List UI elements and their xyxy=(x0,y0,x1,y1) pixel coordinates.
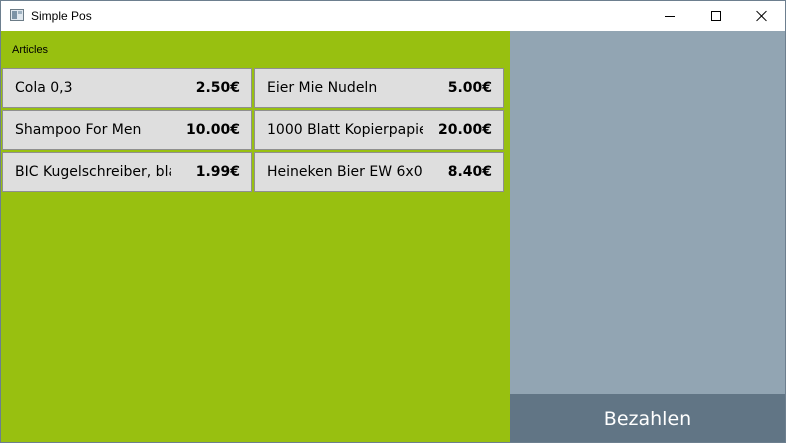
article-tile[interactable]: Eier Mie Nudeln 5.00€ xyxy=(254,68,504,108)
articles-heading: Articles xyxy=(12,44,49,56)
article-tile[interactable]: BIC Kugelschreiber, blau 1.99€ xyxy=(2,152,252,192)
article-price: 2.50€ xyxy=(195,80,240,96)
article-price: 8.40€ xyxy=(447,164,492,180)
article-tile[interactable]: Shampoo For Men 10.00€ xyxy=(2,110,252,150)
articles-panel: Articles Cola 0,3 2.50€ Eier Mie Nudeln … xyxy=(1,31,510,442)
pay-button[interactable]: Bezahlen xyxy=(510,394,785,442)
article-tile[interactable]: Heineken Bier EW 6x0 8.40€ xyxy=(254,152,504,192)
article-name: BIC Kugelschreiber, blau xyxy=(15,164,171,180)
title-bar[interactable]: Simple Pos xyxy=(1,1,785,31)
pay-button-label: Bezahlen xyxy=(603,408,692,430)
article-tile[interactable]: Cola 0,3 2.50€ xyxy=(2,68,252,108)
article-name: Cola 0,3 xyxy=(15,80,73,96)
app-window: Simple Pos Articles Cola 0,3 2.50€ Eier … xyxy=(0,0,786,443)
article-price: 20.00€ xyxy=(437,122,492,138)
maximize-icon xyxy=(711,11,721,21)
cart-panel xyxy=(510,31,785,394)
article-name: Heineken Bier EW 6x0 xyxy=(267,164,423,180)
article-name: Eier Mie Nudeln xyxy=(267,80,378,96)
article-name: Shampoo For Men xyxy=(15,122,142,138)
article-price: 1.99€ xyxy=(195,164,240,180)
article-tile[interactable]: 1000 Blatt Kopierpapier 20.00€ xyxy=(254,110,504,150)
minimize-button[interactable] xyxy=(647,1,693,31)
close-icon xyxy=(756,10,768,22)
app-icon xyxy=(10,9,24,21)
article-price: 10.00€ xyxy=(185,122,240,138)
maximize-button[interactable] xyxy=(693,1,739,31)
window-title: Simple Pos xyxy=(31,9,92,23)
article-name: 1000 Blatt Kopierpapier xyxy=(267,122,423,138)
close-button[interactable] xyxy=(739,1,785,31)
article-price: 5.00€ xyxy=(447,80,492,96)
minimize-icon xyxy=(665,16,675,17)
